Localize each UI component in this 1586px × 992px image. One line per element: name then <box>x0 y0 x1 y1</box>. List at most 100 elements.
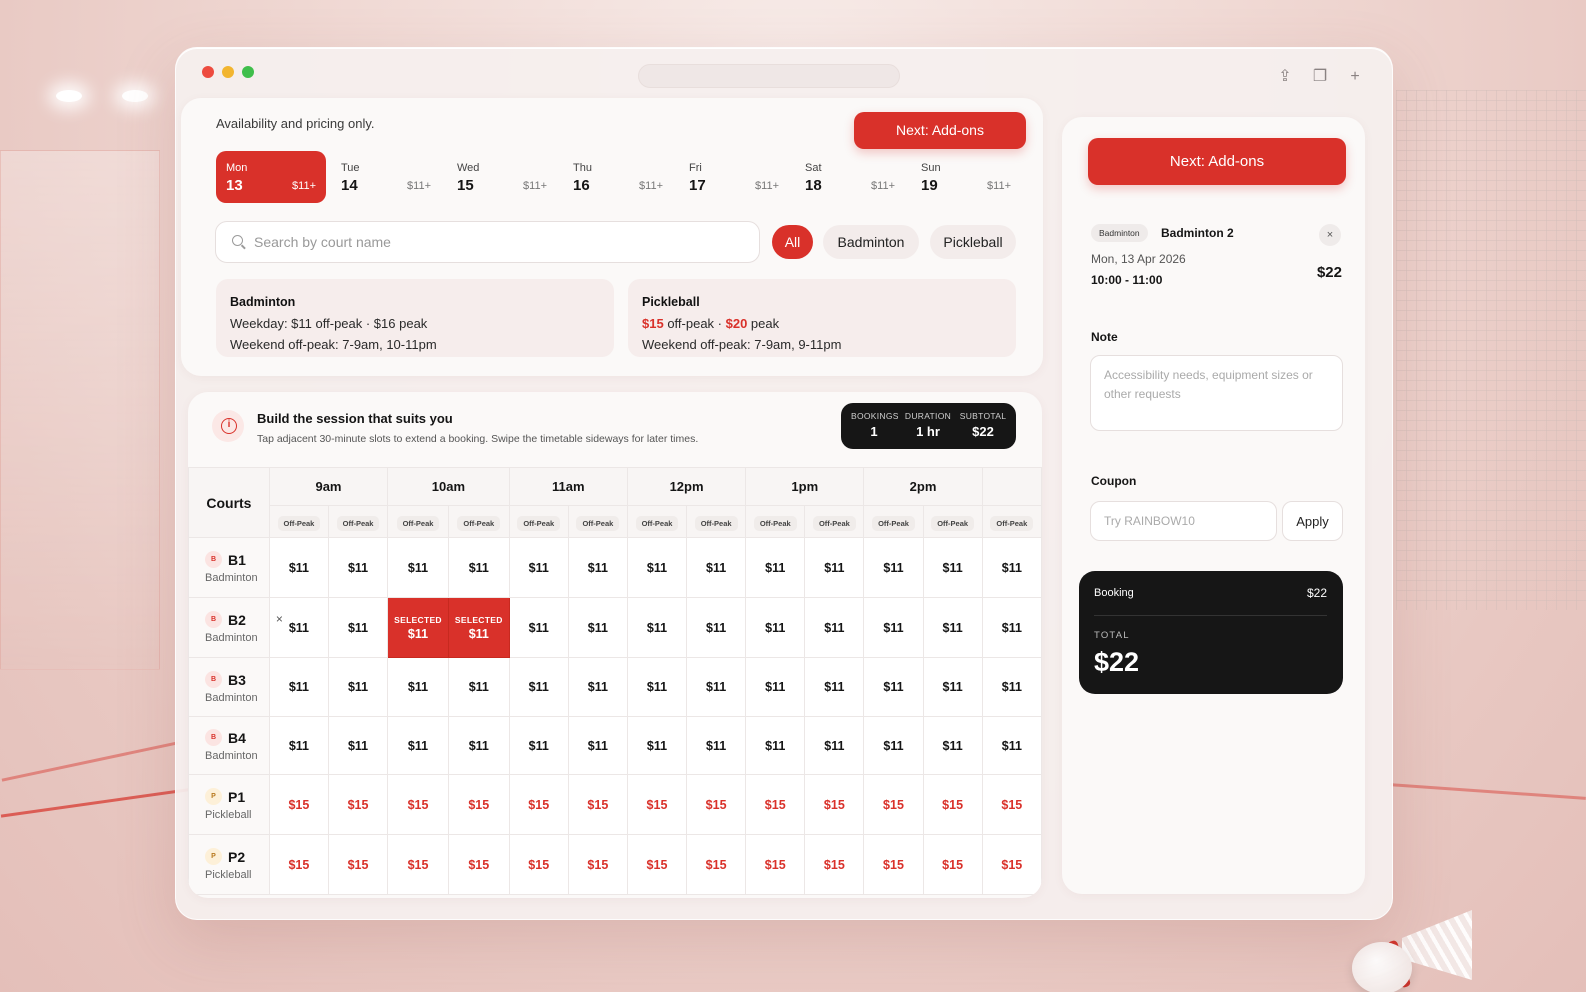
time-slot[interactable]: $11 <box>447 657 510 717</box>
time-slot[interactable]: $15 <box>508 774 569 835</box>
time-slot[interactable]: $15 <box>447 834 510 895</box>
day-mon[interactable]: Mon 13 $11+ <box>216 151 326 203</box>
time-slot[interactable]: $15 <box>447 774 510 835</box>
time-slot[interactable]: $11 <box>804 537 865 598</box>
time-slot[interactable]: $15 <box>981 834 1042 895</box>
sidebar-next-addons-button[interactable]: Next: Add-ons <box>1088 138 1346 185</box>
time-slot[interactable]: $11 <box>268 597 329 658</box>
time-slot[interactable]: $11 <box>745 597 806 658</box>
selected-slot[interactable]: SELECTED $11 <box>387 597 449 658</box>
time-slot[interactable]: $15 <box>922 774 983 835</box>
selected-slot[interactable]: SELECTED $11 <box>447 597 510 658</box>
time-slot[interactable]: $11 <box>686 537 747 598</box>
time-slot[interactable]: $11 <box>327 597 389 658</box>
time-slot[interactable]: $11 <box>626 597 688 658</box>
time-slot[interactable]: $11 <box>745 716 806 775</box>
time-slot[interactable]: $11 <box>508 537 569 598</box>
time-slot[interactable]: $15 <box>268 834 329 895</box>
time-slot[interactable]: $11 <box>804 716 865 775</box>
time-slot[interactable]: $11 <box>922 537 983 598</box>
minimize-window-dot[interactable] <box>222 66 234 78</box>
time-slot[interactable]: $11 <box>327 716 389 775</box>
time-slot[interactable]: $11 <box>567 657 628 717</box>
address-bar[interactable] <box>638 64 900 88</box>
time-slot[interactable]: $11 <box>863 537 924 598</box>
time-slot[interactable]: $15 <box>387 834 449 895</box>
time-slot[interactable]: $11 <box>922 657 983 717</box>
time-slot[interactable]: $11 <box>922 597 983 658</box>
time-slot[interactable]: $11 <box>387 657 449 717</box>
time-slot[interactable]: $15 <box>745 834 806 895</box>
filter-all-chip[interactable]: All <box>772 225 813 259</box>
day-tue[interactable]: Tue 14 $11+ <box>331 151 441 203</box>
clear-selection-icon[interactable]: × <box>276 612 283 626</box>
next-addons-button[interactable]: Next: Add-ons <box>854 112 1026 149</box>
time-slot[interactable]: $11 <box>447 716 510 775</box>
day-sat[interactable]: Sat 18 $11+ <box>795 151 905 203</box>
filter-badminton-chip[interactable]: Badminton <box>823 225 919 259</box>
search-input[interactable] <box>254 222 744 262</box>
filter-pickleball-chip[interactable]: Pickleball <box>930 225 1016 259</box>
new-tab-icon[interactable]: + <box>1346 68 1364 86</box>
time-slot[interactable]: $11 <box>387 716 449 775</box>
time-slot[interactable]: $11 <box>863 597 924 658</box>
time-slot[interactable]: $15 <box>863 774 924 835</box>
time-slot[interactable]: $11 <box>268 716 329 775</box>
time-slot[interactable]: $11 <box>626 716 688 775</box>
time-slot[interactable]: $15 <box>804 774 865 835</box>
time-slot[interactable]: $15 <box>626 774 688 835</box>
tabs-icon[interactable]: ❐ <box>1311 68 1329 86</box>
day-sun[interactable]: Sun 19 $11+ <box>911 151 1021 203</box>
day-thu[interactable]: Thu 16 $11+ <box>563 151 673 203</box>
time-slot[interactable]: $11 <box>626 657 688 717</box>
time-slot[interactable]: $15 <box>981 774 1042 835</box>
time-slot[interactable]: $11 <box>508 597 569 658</box>
time-slot[interactable]: $11 <box>567 537 628 598</box>
share-icon[interactable]: ⇪ <box>1276 68 1294 86</box>
time-slot[interactable]: $11 <box>981 537 1042 598</box>
time-slot[interactable]: $11 <box>804 597 865 658</box>
time-slot[interactable]: $15 <box>508 834 569 895</box>
time-slot[interactable]: $11 <box>686 597 747 658</box>
time-slot[interactable]: $11 <box>745 537 806 598</box>
time-slot[interactable]: $15 <box>567 774 628 835</box>
apply-coupon-button[interactable]: Apply <box>1282 501 1343 541</box>
time-slot[interactable]: $11 <box>567 716 628 775</box>
time-slot[interactable]: $11 <box>447 537 510 598</box>
time-slot[interactable]: $11 <box>686 716 747 775</box>
time-slot[interactable]: $11 <box>863 716 924 775</box>
time-slot[interactable]: $11 <box>268 657 329 717</box>
timetable-viewport[interactable]: Courts 9am 10am 11am 12pm 1pm 2pm Off-Peak Off-P… <box>188 467 1042 898</box>
time-slot[interactable]: $11 <box>745 657 806 717</box>
time-slot[interactable]: $15 <box>327 774 389 835</box>
time-slot[interactable]: $15 <box>268 774 329 835</box>
time-slot[interactable]: $15 <box>686 834 747 895</box>
time-slot[interactable]: $11 <box>863 657 924 717</box>
time-slot[interactable]: $11 <box>508 657 569 717</box>
search-box[interactable] <box>215 221 760 263</box>
time-slot[interactable]: $15 <box>686 774 747 835</box>
time-slot[interactable]: $15 <box>626 834 688 895</box>
time-slot[interactable]: $11 <box>981 716 1042 775</box>
time-slot[interactable]: $11 <box>327 537 389 598</box>
day-fri[interactable]: Fri 17 $11+ <box>679 151 789 203</box>
close-window-dot[interactable] <box>202 66 214 78</box>
time-slot[interactable]: $11 <box>922 716 983 775</box>
time-slot[interactable]: $15 <box>863 834 924 895</box>
time-slot[interactable]: $15 <box>327 834 389 895</box>
time-slot[interactable]: $11 <box>508 716 569 775</box>
time-slot[interactable]: $11 <box>686 657 747 717</box>
time-slot[interactable]: $11 <box>626 537 688 598</box>
time-slot[interactable]: $15 <box>745 774 806 835</box>
time-slot[interactable]: $11 <box>387 537 449 598</box>
time-slot[interactable]: $15 <box>804 834 865 895</box>
time-slot[interactable]: $15 <box>922 834 983 895</box>
time-slot[interactable]: $11 <box>981 597 1042 658</box>
time-slot[interactable]: $11 <box>268 537 329 598</box>
time-slot[interactable]: $11 <box>327 657 389 717</box>
time-slot[interactable]: $11 <box>567 597 628 658</box>
note-field[interactable] <box>1090 355 1343 431</box>
time-slot[interactable]: $11 <box>981 657 1042 717</box>
time-slot[interactable]: $11 <box>804 657 865 717</box>
maximize-window-dot[interactable] <box>242 66 254 78</box>
